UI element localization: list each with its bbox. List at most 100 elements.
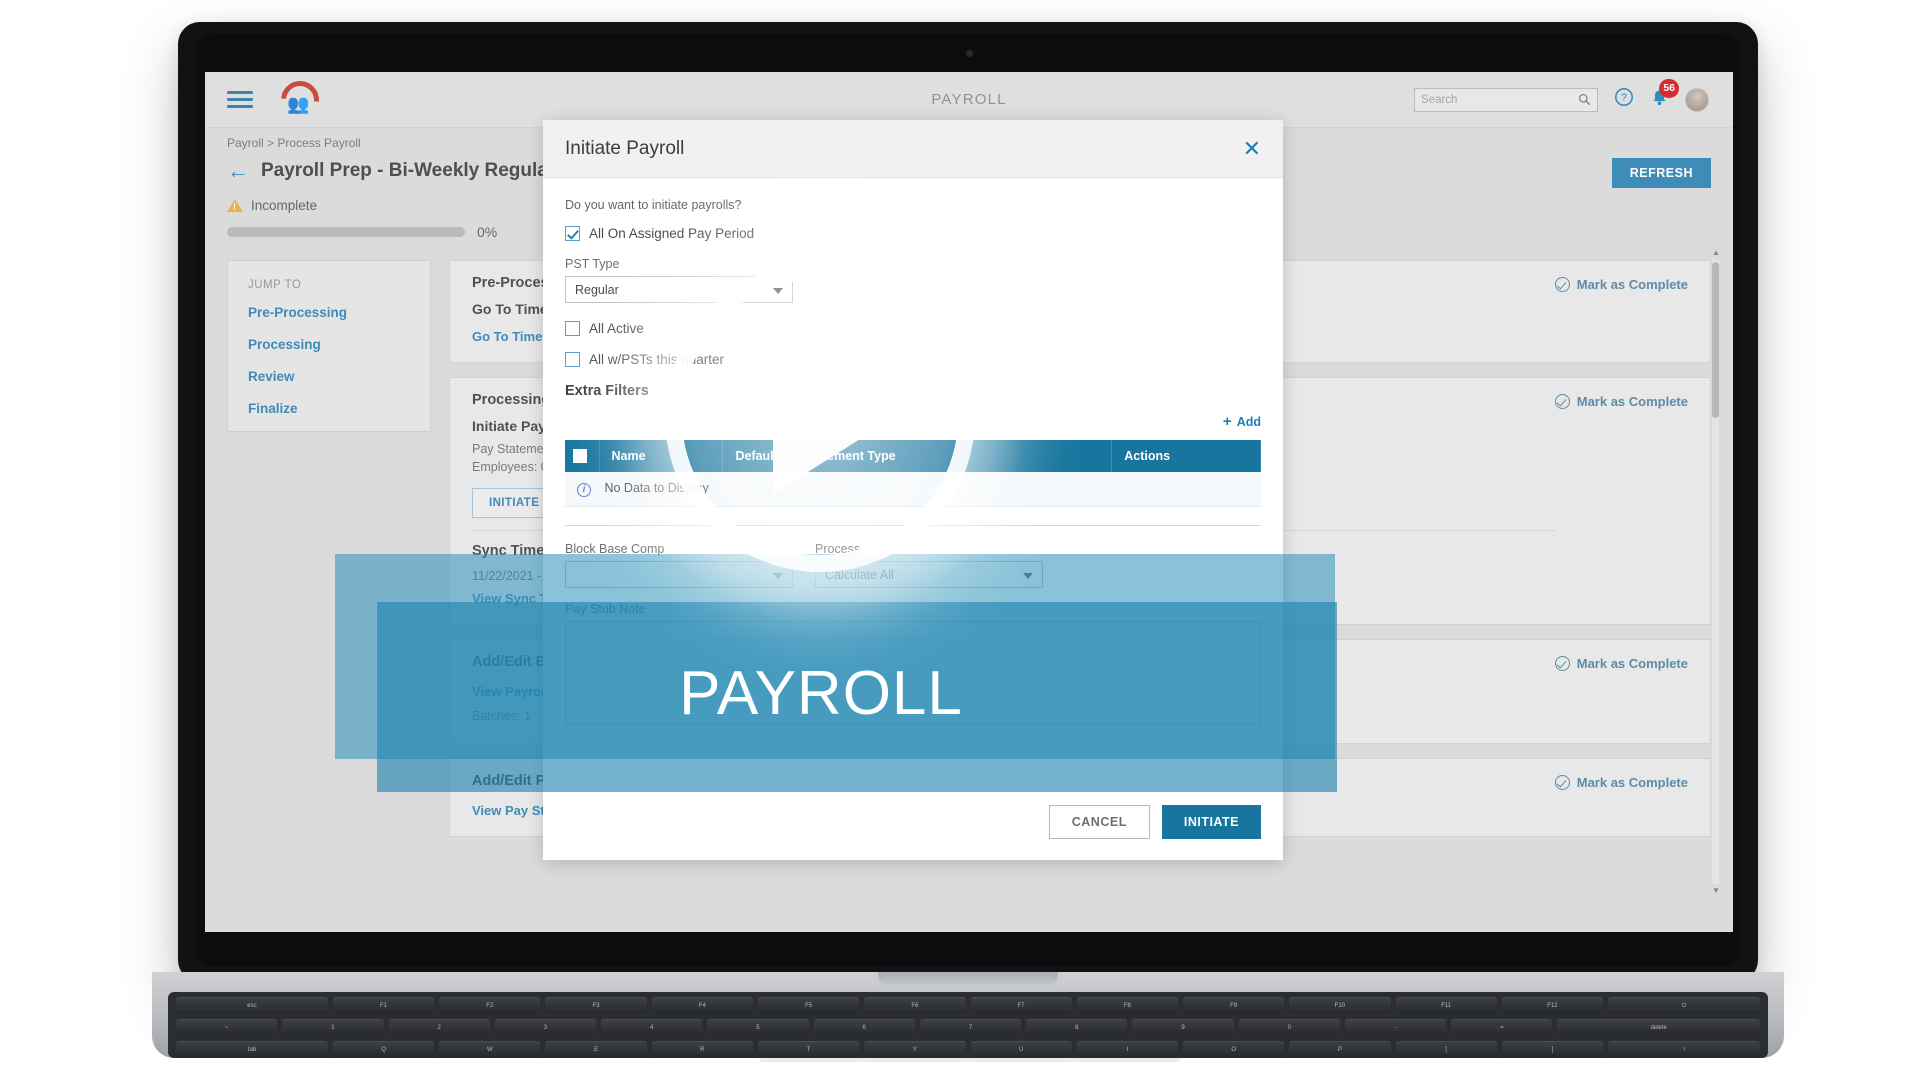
sidebar-item-pre-processing[interactable]: Pre-Processing [248,305,410,320]
chevron-down-icon [1023,573,1033,579]
table-header-row: Name Default PayStatement Type Actions [565,440,1261,472]
mark-as-complete-button[interactable]: Mark as Complete [1554,394,1688,409]
help-icon[interactable]: ? [1614,87,1634,112]
warning-triangle-icon [227,199,243,212]
select-all-header[interactable] [565,440,600,472]
pay-stub-note-input[interactable] [565,621,1261,725]
block-base-comp-field: Block Base Comp [565,542,793,588]
svg-text:?: ? [1621,92,1627,104]
block-base-comp-select[interactable] [565,561,793,588]
topbar-title: PAYROLL [931,91,1007,108]
pst-type-value: Regular [575,282,619,297]
process-label: Process [815,542,861,556]
extra-filters-table: Name Default PayStatement Type Actions i… [565,440,1261,507]
refresh-button[interactable]: REFRESH [1611,158,1711,188]
scrollbar-thumb[interactable] [1712,262,1719,418]
checkbox-all-assigned-pay-period[interactable] [565,226,580,241]
jump-to-card: JUMP TO Pre-Processing Processing Review… [227,260,431,432]
column-header-actions[interactable]: Actions [1111,440,1261,472]
search-input[interactable] [1421,93,1578,106]
column-header-name[interactable]: Name [599,440,724,472]
cancel-button[interactable]: CANCEL [1048,805,1150,839]
progress-percent: 0% [477,224,498,240]
checkbox-row-all-active[interactable]: All Active [565,321,1261,336]
initiate-payroll-modal: Initiate Payroll ✕ Do you want to initia… [543,120,1283,860]
progress-bar [227,227,465,237]
add-filter-button[interactable]: + Add [565,413,1261,430]
modal-header: Initiate Payroll ✕ [543,120,1283,178]
modal-title: Initiate Payroll [565,137,685,159]
table-row: i No Data to Display [565,472,1261,507]
checkbox-row-all-assigned[interactable]: All On Assigned Pay Period [565,226,1261,241]
keyboard-row: esc F1 F2 F3 F4 F5 F6 F7 F8 F9 F10 F11 F12 ⏻ [176,997,1760,1014]
modal-footer: CANCEL INITIATE [543,784,1283,860]
brand-logo-icon[interactable]: 👥 [273,72,327,127]
breadcrumb[interactable]: Payroll > Process Payroll [227,136,361,150]
checkbox-select-all[interactable] [573,449,587,463]
process-value: Calculate All [825,567,894,582]
plus-icon: + [1222,413,1232,430]
checkbox-row-all-psts[interactable]: All w/PSTs this quarter [565,352,1261,367]
close-icon[interactable]: ✕ [1243,137,1261,160]
modal-question: Do you want to initiate payrolls? [565,198,742,212]
pst-type-label: PST Type [565,257,620,271]
checkbox-all-psts-this-quarter[interactable] [565,352,580,367]
chevron-down-icon [773,288,783,294]
info-icon: i [577,483,591,497]
check-circle-icon [1554,775,1570,790]
jump-to-label: JUMP TO [248,279,302,291]
search-icon[interactable] [1578,93,1591,106]
progress-row: 0% [227,224,497,240]
divider [565,525,1261,526]
mark-as-complete-button[interactable]: Mark as Complete [1554,277,1688,292]
add-label: Add [1236,414,1261,429]
empty-state-cell: i No Data to Display [565,472,1261,507]
sidebar-item-review[interactable]: Review [248,369,410,384]
pay-stub-note-label: Pay Stub Note [565,602,646,616]
checkbox-all-active[interactable] [565,321,580,336]
mark-as-complete-label: Mark as Complete [1576,775,1688,790]
checkbox-label: All w/PSTs this quarter [589,352,725,367]
status-text: Incomplete [251,198,318,213]
initiate-button[interactable]: INITIATE [1161,805,1261,839]
pst-type-select[interactable]: Regular [565,276,793,303]
mark-as-complete-button[interactable]: Mark as Complete [1554,656,1688,671]
scroll-down-icon[interactable]: ▼ [1712,886,1720,895]
check-circle-icon [1554,656,1570,671]
check-circle-icon [1554,394,1570,409]
back-arrow-icon[interactable]: ← [227,160,249,182]
search-box[interactable] [1414,87,1598,112]
laptop-screen: 👥 PAYROLL ? [205,72,1733,932]
webcam-icon [966,50,973,57]
mark-as-complete-label: Mark as Complete [1576,277,1688,292]
hamburger-icon[interactable] [227,87,253,112]
mark-as-complete-button[interactable]: Mark as Complete [1554,775,1688,790]
notification-badge: 56 [1659,78,1679,98]
process-field: Process Calculate All [815,542,1043,588]
keyboard-row: tab Q W E RTYU I O P[ ] \ [176,1041,1760,1058]
scroll-up-icon[interactable]: ▲ [1712,248,1720,257]
avatar-icon[interactable] [1685,87,1709,112]
process-select[interactable]: Calculate All [815,561,1043,588]
form-row: Block Base Comp Process Calculate All [565,542,1261,588]
sidebar-item-finalize[interactable]: Finalize [248,401,410,416]
modal-body: Do you want to initiate payrolls? All On… [543,178,1283,784]
block-base-comp-label: Block Base Comp [565,542,665,556]
sidebar-item-processing[interactable]: Processing [248,337,410,352]
column-header-default-paystatement-type[interactable]: Default PayStatement Type [722,440,1113,472]
laptop-notch [878,972,1058,985]
trackpad [760,1058,1180,1062]
topbar-actions: ? 56 [1414,78,1733,112]
status-row: Incomplete [227,198,317,213]
empty-state-message: No Data to Display [604,481,709,495]
chevron-down-icon [773,573,783,579]
keyboard: esc F1 F2 F3 F4 F5 F6 F7 F8 F9 F10 F11 F12 ⏻ ~1 2 3 … [168,992,1768,1058]
checkbox-label: All Active [589,321,644,336]
bell-icon[interactable]: 56 [1650,78,1679,112]
check-circle-icon [1554,277,1570,292]
mark-as-complete-label: Mark as Complete [1576,394,1688,409]
keyboard-row: ~1 2 3 4567 890- = delete [176,1019,1760,1036]
extra-filters-title: Extra Filters [565,383,649,399]
checkbox-label: All On Assigned Pay Period [589,226,755,241]
screenshot-stage: 👥 PAYROLL ? [0,0,1920,1080]
